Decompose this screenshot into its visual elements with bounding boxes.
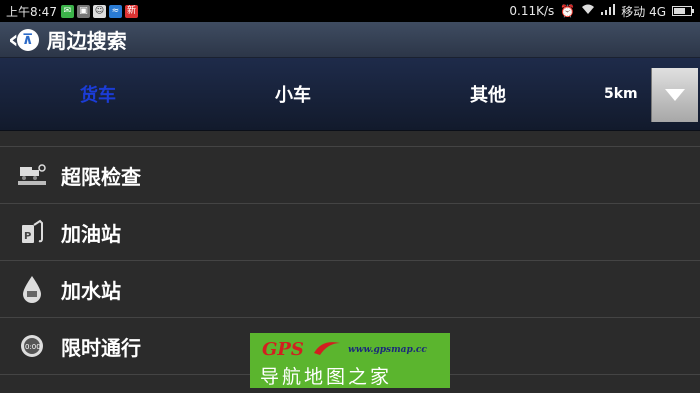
watermark-brand: GPS <box>262 339 304 360</box>
battery-icon <box>672 6 694 16</box>
watermark-logo: GPS www.gpsmap.cc 导航地图之家 <box>250 333 450 388</box>
qq-icon: ☺ <box>92 4 106 18</box>
range-dropdown-button[interactable] <box>651 68 698 122</box>
news-icon: 新 <box>124 4 138 18</box>
list-item-label: 加水站 <box>61 278 121 303</box>
carrier-label: 移动 4G <box>621 4 666 19</box>
list-item-label: 超限检查 <box>61 164 141 189</box>
list-item-water-station[interactable]: 加水站 <box>0 261 700 318</box>
tab-truck[interactable]: 货车 <box>38 58 158 130</box>
network-speed: 0.11K/s <box>509 4 555 18</box>
status-bar: 上午8:47 ✉ ▣ ☺ ≈ 新 0.11K/s ⏰ 移动 4G <box>0 0 700 22</box>
dropdown-arrow-icon <box>665 89 685 101</box>
range-value[interactable]: 5km <box>604 58 638 130</box>
list-item-gas-station[interactable]: P 加油站 <box>0 204 700 261</box>
watermark-swoosh-icon <box>312 339 342 361</box>
tab-other[interactable]: 其他 <box>428 58 548 130</box>
title-bar: ‹ ⊼ 周边搜索 <box>0 22 700 58</box>
tab-car[interactable]: 小车 <box>233 58 353 130</box>
photo-icon: ▣ <box>76 4 90 18</box>
wechat-icon: ✉ <box>60 4 74 18</box>
fuel-station-icon: P <box>17 217 47 247</box>
watermark-url: www.gpsmap.cc <box>348 345 427 355</box>
list-item-label: 限时通行 <box>61 335 141 360</box>
clock-restriction-icon: 0:00 <box>17 331 47 361</box>
water-drop-icon <box>17 274 47 304</box>
wifi-app-icon: ≈ <box>108 4 122 18</box>
alarm-icon: ⏰ <box>560 4 576 18</box>
svg-text:0:00: 0:00 <box>25 343 41 351</box>
category-tabs: 货车 小车 其他 5km <box>0 58 700 131</box>
back-button[interactable]: ‹ ⊼ <box>8 27 39 53</box>
signal-icon <box>601 4 616 18</box>
truck-scale-icon <box>17 160 47 190</box>
list-item-overload-check[interactable]: 超限检查 <box>0 147 700 204</box>
watermark-name: 导航地图之家 <box>260 366 393 388</box>
svg-text:P: P <box>24 231 31 242</box>
app-logo-icon: ⊼ <box>16 28 39 51</box>
wifi-icon <box>581 4 595 18</box>
status-time: 上午8:47 <box>6 4 57 19</box>
list-item-label: 加油站 <box>61 221 121 246</box>
page-title: 周边搜索 <box>46 29 127 53</box>
